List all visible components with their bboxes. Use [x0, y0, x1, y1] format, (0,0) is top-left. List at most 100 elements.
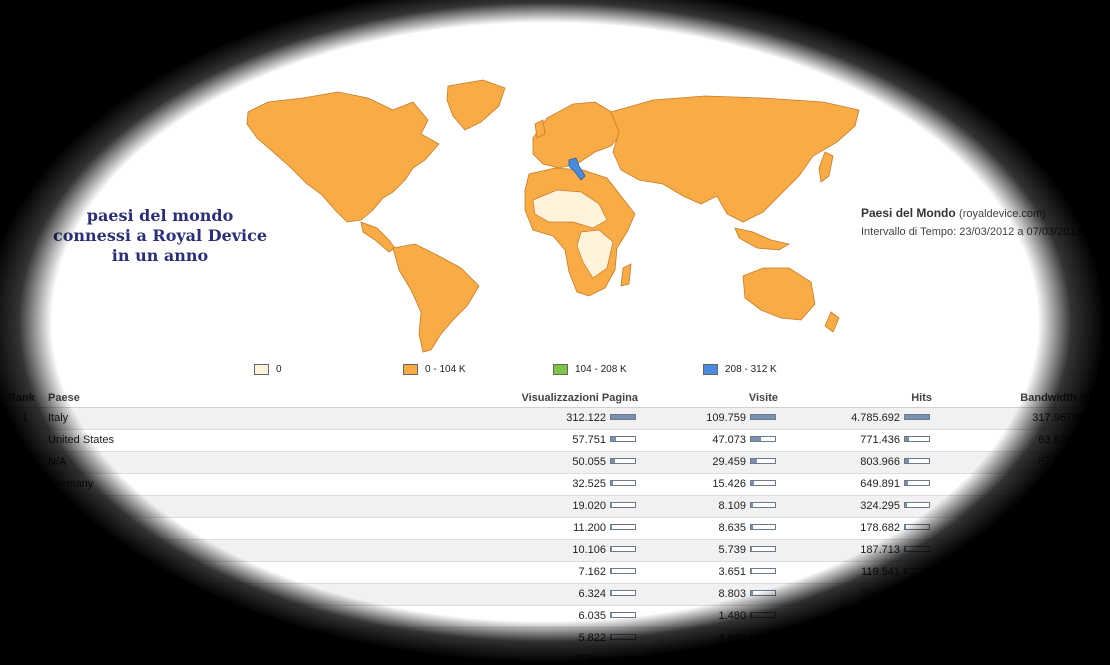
cell-country: ...d [48, 500, 64, 512]
header-bandwidth[interactable]: Bandwidth (MB) [1020, 392, 1104, 404]
cell-hits-bar-fill [905, 481, 909, 485]
cell-hits: 649.891 [860, 478, 900, 490]
cell-pageviews: 5.822 [578, 632, 606, 644]
cell-bandwidth-bar-fill [1073, 459, 1078, 463]
cell-hits-bar [904, 612, 930, 618]
cell-pageviews-bar-fill [611, 481, 614, 485]
legend-label: 208 - 312 K [725, 364, 777, 375]
cell-visits: 3.651 [718, 566, 746, 578]
report-domain: (royaldevice.com) [959, 208, 1046, 220]
report-interval: Intervallo di Tempo: 23/03/2012 a 07/03/… [861, 226, 1082, 238]
report-title-text: Paesi del Mondo [861, 206, 956, 220]
cell-pageviews-bar [610, 612, 636, 618]
cell-visits-bar-fill [751, 569, 752, 573]
cell-hits: 4.785.692 [851, 412, 900, 424]
legend-item-1: 0 - 104 K [403, 364, 466, 375]
cell-pageviews-bar [610, 568, 636, 574]
cell-bandwidth: 57.1 [1050, 478, 1072, 490]
cell-visits-bar [750, 458, 776, 464]
table-row[interactable]: ...d 19.020 8.109 324.295 [0, 496, 1110, 518]
cell-pageviews-bar [610, 414, 636, 420]
cell-visits: 8.635 [718, 522, 746, 534]
table-row[interactable]: 7.162 3.651 119.541 [0, 562, 1110, 584]
cell-visits-bar [750, 612, 776, 618]
cell-visits: 8.803 [718, 588, 746, 600]
cell-hits-bar [904, 480, 930, 486]
cell-pageviews-bar-fill [611, 547, 612, 551]
cell-hits-bar-fill [905, 525, 906, 529]
cell-country: Italy [48, 412, 69, 424]
legend-item-3: 208 - 312 K [703, 364, 777, 375]
cell-pageviews-bar [610, 502, 636, 508]
world-map[interactable] [243, 72, 865, 354]
cell-pageviews: 6.035 [578, 610, 606, 622]
cell-pageviews: 5.581 [578, 654, 606, 665]
cell-pageviews: 32.525 [572, 478, 606, 490]
cell-bandwidth-bar [1072, 414, 1098, 420]
table-body: 1 Italy 312.122 109.759 4.785.692 317.967 Unit… [0, 408, 1110, 665]
cell-visits-bar [750, 480, 776, 486]
cell-visits-bar-fill [751, 415, 775, 419]
header-pageviews[interactable]: Visualizzazioni Pagina [521, 392, 638, 404]
cell-pageviews-bar [610, 458, 636, 464]
table-row[interactable]: 5.822 4.949 [0, 628, 1110, 650]
map-indonesia [734, 227, 791, 251]
table-row[interactable]: 11.200 8.635 178.682 [0, 518, 1110, 540]
cell-bandwidth-bar-fill [1073, 415, 1097, 419]
cell-visits-bar [750, 568, 776, 574]
cell-bandwidth-bar [1072, 436, 1098, 442]
table-row[interactable]: 10.106 5.739 187.713 [0, 540, 1110, 562]
cell-pageviews-bar [610, 590, 636, 596]
cell-pageviews-bar [610, 436, 636, 442]
cell-pageviews-bar-fill [611, 459, 615, 463]
cell-visits-bar-fill [751, 547, 753, 551]
cell-bandwidth: 63.878 [1038, 434, 1072, 446]
legend-swatch [553, 364, 568, 375]
cell-visits: 29.459 [712, 456, 746, 468]
table-row[interactable]: N/A 50.055 29.459 803.966 57.789 [0, 452, 1110, 474]
legend-label: 0 - 104 K [425, 364, 466, 375]
cell-hits-bar-fill [905, 459, 910, 463]
cell-pageviews: 6.324 [578, 588, 606, 600]
cell-visits-bar [750, 634, 776, 640]
table-row[interactable]: 6.324 8.803 104.811 [0, 584, 1110, 606]
header-hits[interactable]: Hits [911, 392, 932, 404]
cell-visits-bar-fill [751, 635, 753, 639]
map-japan [818, 151, 834, 183]
cell-visits: 5.739 [718, 544, 746, 556]
table-row[interactable]: Germany 32.525 15.426 649.891 57.1 [0, 474, 1110, 496]
map-south-america [392, 243, 480, 353]
map-legend: 0 0 - 104 K 104 - 208 K 208 - 312 K [0, 364, 1110, 378]
table-row[interactable]: United States 57.751 47.073 771.436 63.878 [0, 430, 1110, 452]
cell-visits-bar-fill [751, 481, 755, 485]
header-rank[interactable]: Rank [8, 392, 35, 404]
cell-rank: 1 [21, 412, 28, 424]
cell-hits-bar [904, 436, 930, 442]
cell-pageviews: 11.200 [573, 522, 606, 534]
cell-pageviews-bar [610, 480, 636, 486]
cell-hits: 119.541 [861, 566, 900, 578]
cell-pageviews-bar [610, 524, 636, 530]
cell-visits-bar [750, 590, 776, 596]
cell-bandwidth: 317.967 [1032, 412, 1072, 424]
cell-visits-bar-fill [751, 459, 758, 463]
cell-bandwidth-bar-fill [1073, 481, 1078, 485]
header-country[interactable]: Paese [48, 392, 80, 404]
table-row[interactable]: 1 Italy 312.122 109.759 4.785.692 317.967 [0, 408, 1110, 430]
map-new-zealand [824, 311, 840, 333]
cell-hits-bar-fill [905, 415, 929, 419]
map-europe [532, 101, 622, 169]
legend-item-2: 104 - 208 K [553, 364, 627, 375]
table-header: Rank Paese Visualizzazioni Pagina Visite… [0, 388, 1110, 408]
cell-pageviews-bar-fill [611, 525, 612, 529]
map-north-america [246, 91, 440, 223]
cell-hits: 803.966 [860, 456, 900, 468]
cell-hits-bar [904, 524, 930, 530]
cell-pageviews-bar [610, 546, 636, 552]
table-row[interactable]: 5.581 2.9... [0, 650, 1110, 665]
cell-pageviews-bar-fill [611, 503, 613, 507]
map-madagascar [620, 263, 632, 287]
table-row[interactable]: 6.035 1.480 61... [0, 606, 1110, 628]
cell-visits: 109.759 [706, 412, 746, 424]
header-visits[interactable]: Visite [749, 392, 778, 404]
